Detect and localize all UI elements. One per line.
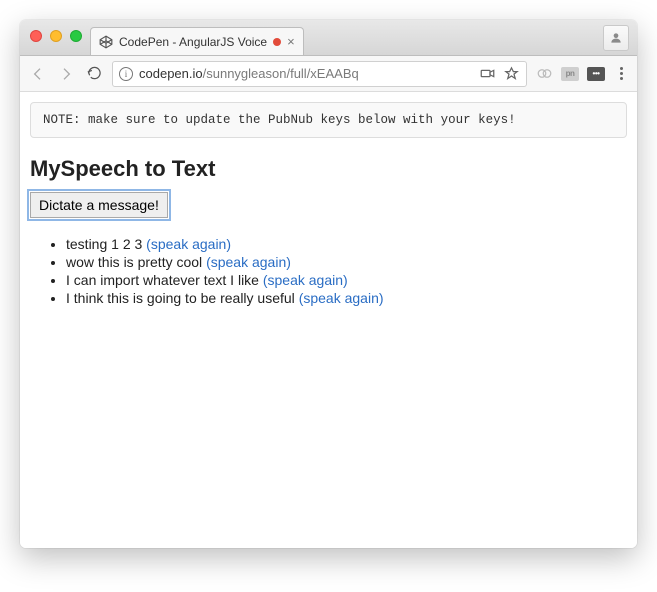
forward-button[interactable] [56, 64, 76, 84]
url-text: codepen.io/sunnygleason/full/xEAABq [139, 66, 472, 81]
back-button[interactable] [28, 64, 48, 84]
browser-tab[interactable]: CodePen - AngularJS Voice × [90, 27, 304, 55]
titlebar: CodePen - AngularJS Voice × [20, 20, 637, 56]
note-banner: NOTE: make sure to update the PubNub key… [30, 102, 627, 138]
url-host: codepen.io [139, 66, 203, 81]
browser-window: CodePen - AngularJS Voice × i codepen.io… [20, 20, 637, 548]
extension-pn-icon[interactable]: pn [561, 67, 579, 81]
url-path: /sunnygleason/full/xEAABq [203, 66, 359, 81]
message-list: testing 1 2 3 (speak again)wow this is p… [66, 236, 627, 306]
browser-toolbar: i codepen.io/sunnygleason/full/xEAABq pn… [20, 56, 637, 92]
speak-again-link[interactable]: (speak again) [263, 272, 348, 288]
close-window-button[interactable] [30, 30, 42, 42]
list-item: wow this is pretty cool (speak again) [66, 254, 627, 270]
dictate-button[interactable]: Dictate a message! [30, 192, 168, 218]
page-title: MySpeech to Text [30, 156, 627, 182]
address-bar[interactable]: i codepen.io/sunnygleason/full/xEAABq [112, 61, 527, 87]
bookmark-star-icon[interactable] [502, 65, 520, 83]
site-info-icon[interactable]: i [119, 67, 133, 81]
chrome-menu-button[interactable] [613, 67, 629, 80]
message-text: I think this is going to be really usefu… [66, 290, 295, 306]
window-controls [30, 30, 82, 42]
extension-dots-icon[interactable]: ••• [587, 67, 605, 81]
minimize-window-button[interactable] [50, 30, 62, 42]
list-item: testing 1 2 3 (speak again) [66, 236, 627, 252]
close-tab-icon[interactable]: × [287, 35, 295, 48]
extension-icon[interactable] [535, 65, 553, 83]
speak-again-link[interactable]: (speak again) [146, 236, 231, 252]
list-item: I think this is going to be really usefu… [66, 290, 627, 306]
message-text: wow this is pretty cool [66, 254, 202, 270]
camera-icon[interactable] [478, 65, 496, 83]
list-item: I can import whatever text I like (speak… [66, 272, 627, 288]
speak-again-link[interactable]: (speak again) [299, 290, 384, 306]
maximize-window-button[interactable] [70, 30, 82, 42]
message-text: I can import whatever text I like [66, 272, 259, 288]
message-text: testing 1 2 3 [66, 236, 142, 252]
speak-again-link[interactable]: (speak again) [206, 254, 291, 270]
codepen-favicon-icon [99, 35, 113, 49]
page-content: NOTE: make sure to update the PubNub key… [20, 92, 637, 548]
tab-title: CodePen - AngularJS Voice [119, 35, 267, 49]
reload-button[interactable] [84, 64, 104, 84]
recording-indicator-icon [273, 38, 281, 46]
profile-button[interactable] [603, 25, 629, 51]
